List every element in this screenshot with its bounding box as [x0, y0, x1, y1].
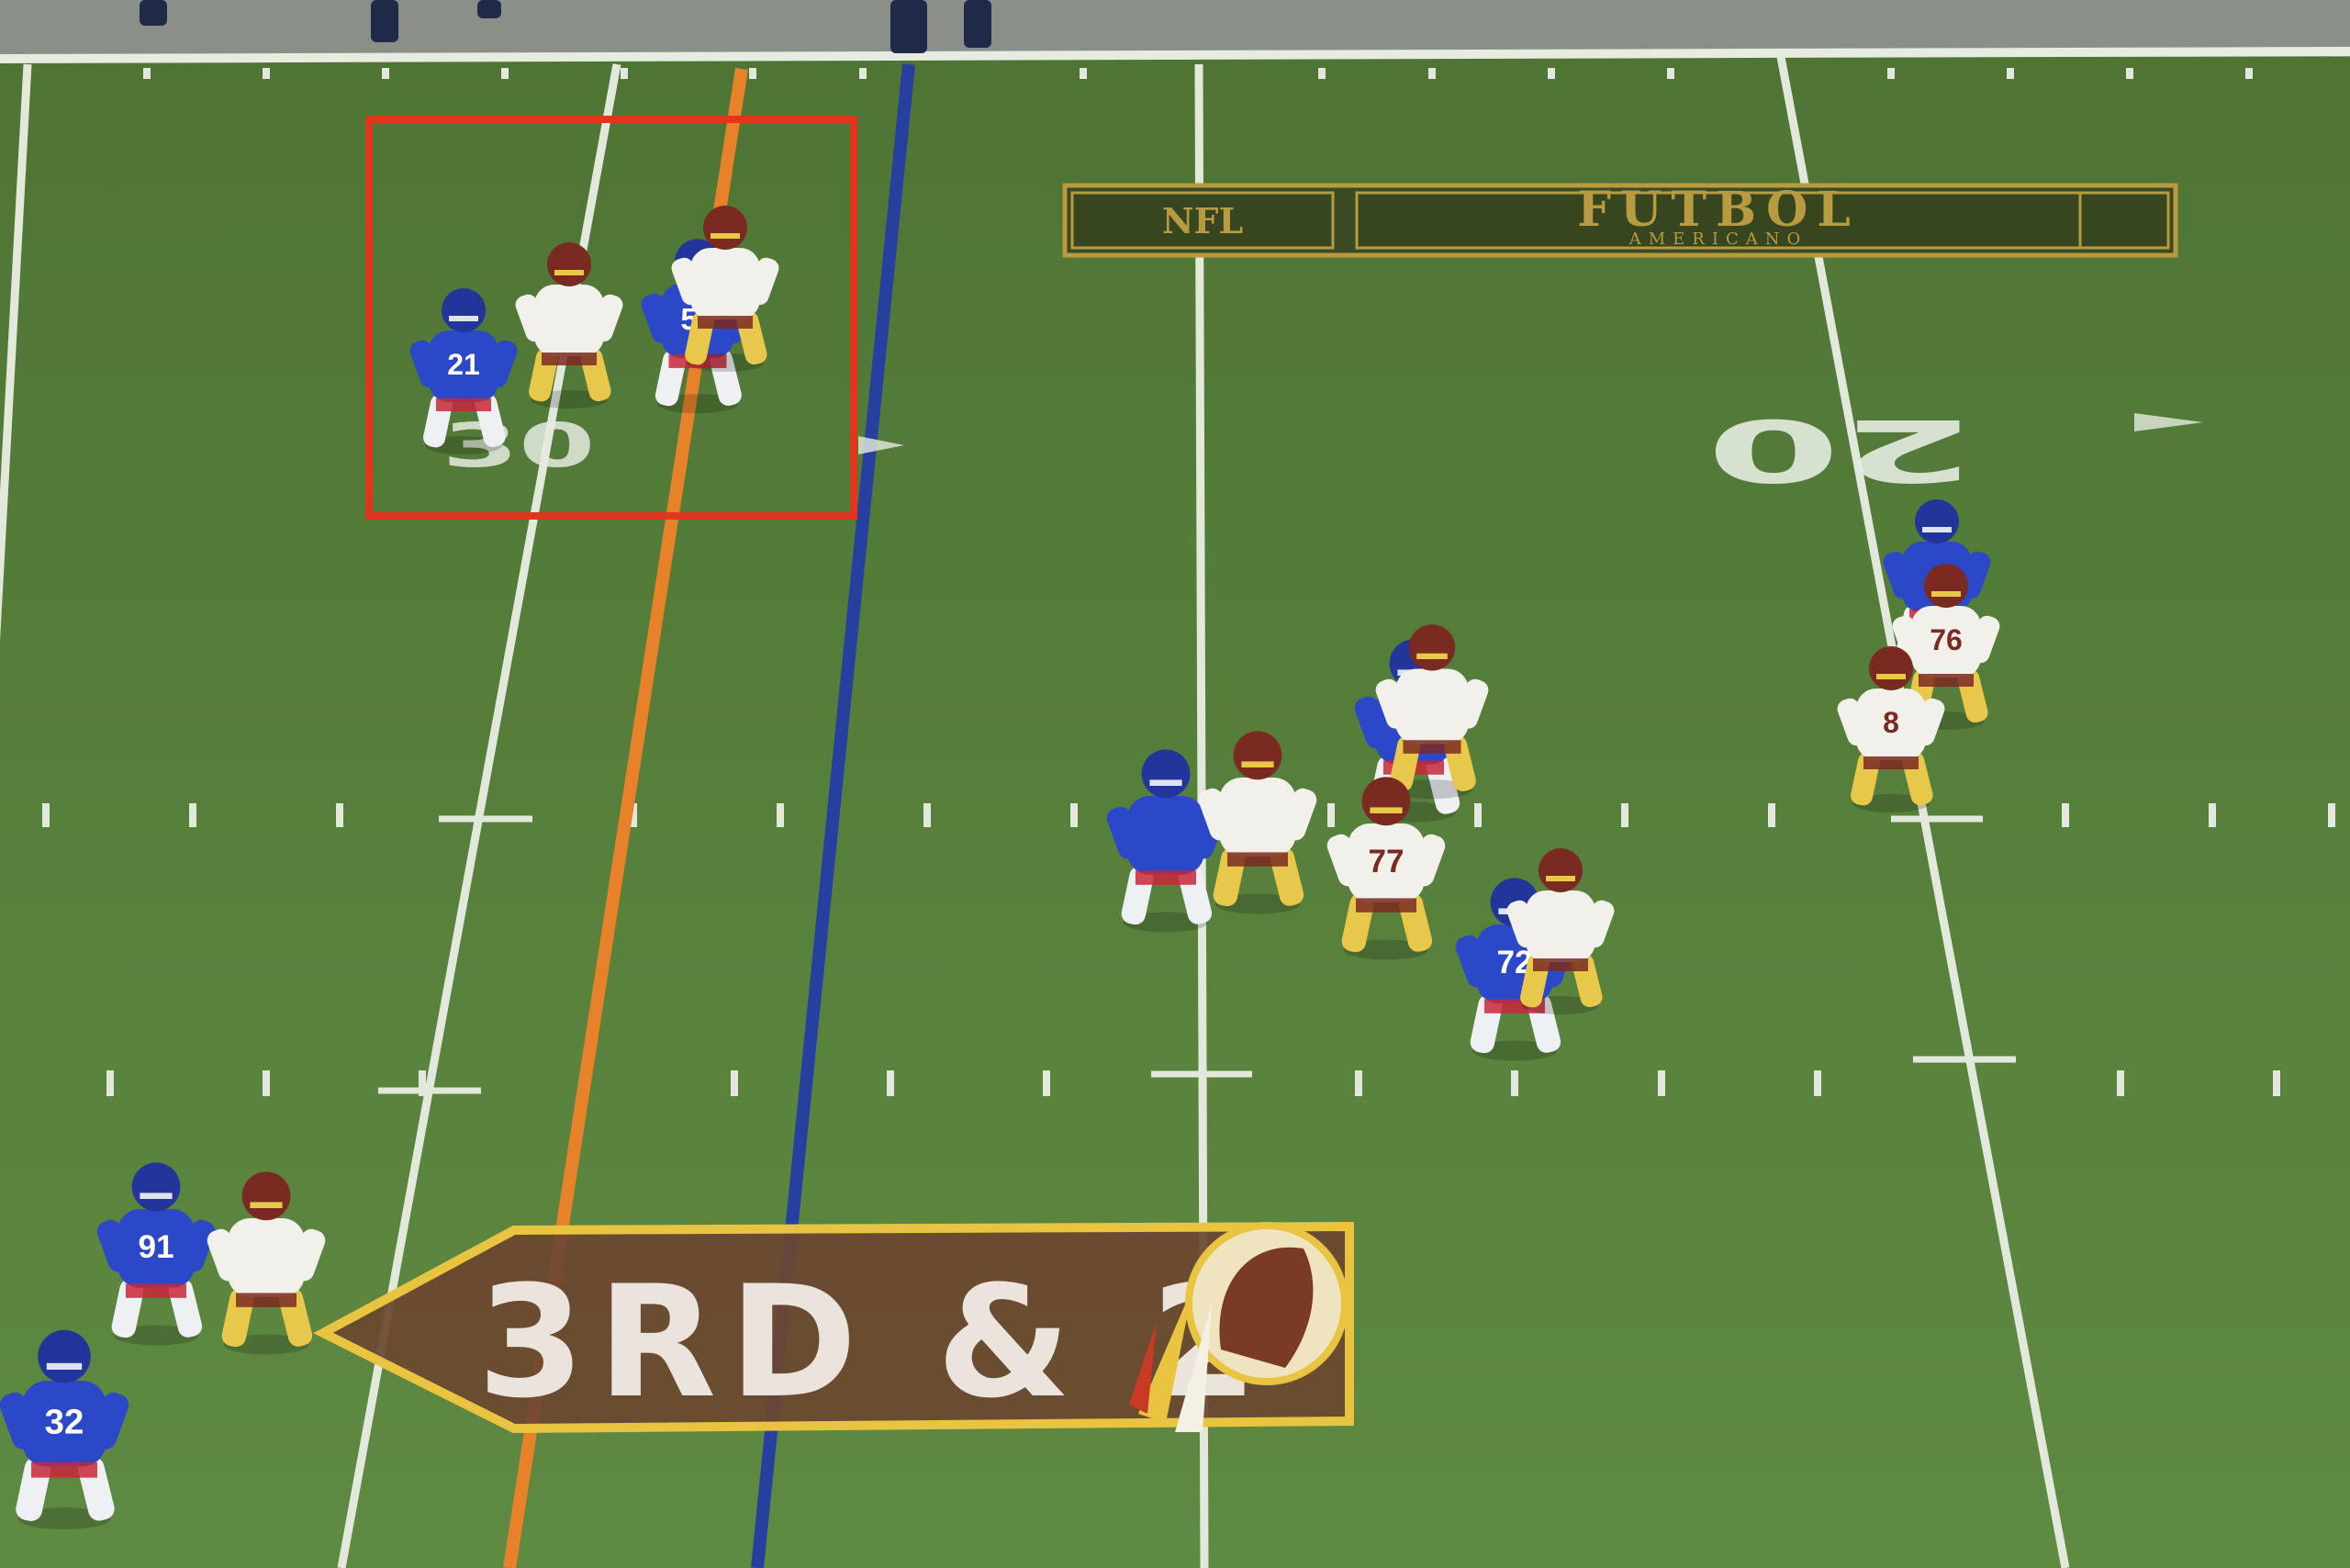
down-and-distance-banner: 3RD & 2 [313, 1221, 1354, 1434]
jersey-number: 32 [45, 1403, 84, 1442]
nfl-shield-text: NFL [1162, 200, 1243, 241]
yard-number-right: 20 [1707, 400, 1975, 499]
football-field-broadcast-frame: 30 20 NFL FUTBOL AMERICANO 3RD & 2 21537… [0, 0, 2350, 1568]
jersey-number: 91 [138, 1229, 173, 1265]
jersey-number: 8 [1883, 706, 1899, 739]
jersey-number: 21 [447, 348, 480, 381]
americano-text: AMERICANO [1628, 230, 1808, 249]
yard-number-right-group: 20 [1707, 400, 1975, 499]
futbol-americano-logo: NFL FUTBOL AMERICANO [1062, 182, 2178, 258]
jersey-number: 77 [1368, 844, 1404, 879]
jersey-number: 76 [1930, 623, 1963, 656]
